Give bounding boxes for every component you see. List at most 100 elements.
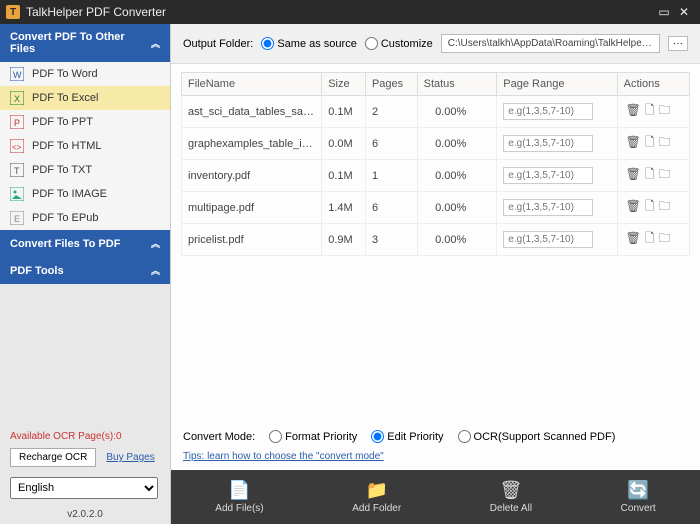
cell-filename: inventory.pdf: [182, 160, 322, 192]
page-range-input[interactable]: [503, 231, 593, 248]
sidebar-item-txt[interactable]: TPDF To TXT: [0, 158, 170, 182]
window-title: TalkHelper PDF Converter: [26, 5, 654, 19]
close-icon[interactable]: ✕: [674, 5, 694, 19]
col-status[interactable]: Status: [417, 73, 497, 96]
col-pagerange[interactable]: Page Range: [497, 73, 617, 96]
radio-customize[interactable]: Customize: [365, 37, 433, 50]
add-folder-button[interactable]: 📁Add Folder: [352, 480, 401, 514]
sidebar-item-label: PDF To PPT: [32, 116, 93, 128]
row-delete-icon[interactable]: 🗑: [626, 167, 641, 181]
chevron-up-icon: ︽: [151, 237, 160, 250]
row-file-icon[interactable]: 🗋: [645, 231, 655, 245]
language-select[interactable]: English: [10, 477, 158, 499]
add-files-button[interactable]: 📄Add File(s): [215, 480, 263, 514]
bottom-toolbar: 📄Add File(s) 📁Add Folder 🗑Delete All 🔄Co…: [171, 470, 700, 524]
radio-ocr[interactable]: OCR(Support Scanned PDF): [458, 430, 616, 443]
chevron-up-icon: ︽: [151, 264, 160, 277]
cell-filename: multipage.pdf: [182, 192, 322, 224]
svg-text:W: W: [13, 70, 22, 80]
row-file-icon[interactable]: 🗋: [645, 103, 655, 117]
browse-button[interactable]: ···: [668, 36, 688, 51]
row-delete-icon[interactable]: 🗑: [626, 135, 641, 149]
cell-pagerange: [497, 160, 617, 192]
sidebar-item-label: PDF To EPub: [32, 212, 98, 224]
tips-link[interactable]: Tips: learn how to choose the "convert m…: [183, 451, 384, 462]
row-folder-icon[interactable]: 🗀: [659, 167, 671, 181]
row-delete-icon[interactable]: 🗑: [626, 231, 641, 245]
minimize-icon[interactable]: ▭: [654, 5, 674, 19]
row-folder-icon[interactable]: 🗀: [659, 199, 671, 213]
ocr-available-label: Available OCR Page(s):0: [0, 429, 170, 444]
cell-pagerange: [497, 128, 617, 160]
row-file-icon[interactable]: 🗋: [645, 167, 655, 181]
row-delete-icon[interactable]: 🗑: [626, 199, 641, 213]
sidebar-item-epub[interactable]: E PDF To EPub: [0, 206, 170, 230]
page-range-input[interactable]: [503, 199, 593, 216]
page-range-input[interactable]: [503, 103, 593, 120]
chevron-up-icon: ︽: [151, 37, 160, 50]
sidebar-item-word[interactable]: WPDF To Word: [0, 62, 170, 86]
panel-pdf-tools[interactable]: PDF Tools ︽: [0, 257, 170, 284]
convert-mode-label: Convert Mode:: [183, 431, 255, 443]
col-filename[interactable]: FileName: [182, 73, 322, 96]
output-folder-label: Output Folder:: [183, 38, 253, 50]
cell-status: 0.00%: [417, 224, 497, 256]
image-icon: [10, 187, 24, 201]
convert-button[interactable]: 🔄Convert: [621, 480, 656, 514]
cell-status: 0.00%: [417, 96, 497, 128]
epub-icon: E: [10, 211, 24, 225]
panel-label: Convert PDF To Other Files: [10, 31, 151, 55]
cell-pagerange: [497, 96, 617, 128]
add-file-icon: 📄: [228, 480, 250, 501]
table-row[interactable]: inventory.pdf0.1M10.00%🗑🗋🗀: [182, 160, 690, 192]
row-delete-icon[interactable]: 🗑: [626, 103, 641, 117]
cell-size: 0.0M: [322, 128, 366, 160]
row-folder-icon[interactable]: 🗀: [659, 231, 671, 245]
panel-convert-to-other[interactable]: Convert PDF To Other Files ︽: [0, 24, 170, 62]
row-file-icon[interactable]: 🗋: [645, 199, 655, 213]
col-pages[interactable]: Pages: [365, 73, 417, 96]
cell-size: 0.1M: [322, 96, 366, 128]
table-row[interactable]: graphexamples_table_image...0.0M60.00%🗑🗋…: [182, 128, 690, 160]
convert-icon: 🔄: [627, 480, 649, 501]
table-row[interactable]: ast_sci_data_tables_sample...0.1M20.00% 🗑…: [182, 96, 690, 128]
sidebar-item-excel[interactable]: XPDF To Excel: [0, 86, 170, 110]
sidebar-item-label: PDF To HTML: [32, 140, 101, 152]
trash-icon: 🗑: [499, 480, 522, 501]
recharge-ocr-button[interactable]: Recharge OCR: [10, 448, 96, 467]
cell-pages: 6: [365, 192, 417, 224]
cell-actions: 🗑 🗋 🗀: [617, 96, 689, 128]
col-actions[interactable]: Actions: [617, 73, 689, 96]
row-folder-icon[interactable]: 🗀: [659, 135, 671, 149]
buy-pages-link[interactable]: Buy Pages: [106, 452, 154, 463]
delete-all-button[interactable]: 🗑Delete All: [490, 480, 532, 514]
sidebar-item-label: PDF To IMAGE: [32, 188, 107, 200]
table-row[interactable]: multipage.pdf1.4M60.00%🗑🗋🗀: [182, 192, 690, 224]
sidebar-item-label: PDF To Excel: [32, 92, 98, 104]
ppt-icon: P: [10, 115, 24, 129]
page-range-input[interactable]: [503, 135, 593, 152]
cell-pages: 2: [365, 96, 417, 128]
row-file-icon[interactable]: 🗋: [645, 135, 655, 149]
cell-filename: ast_sci_data_tables_sample...: [182, 96, 322, 128]
cell-actions: 🗑 🗋 🗀: [617, 160, 689, 192]
sidebar-item-html[interactable]: <>PDF To HTML: [0, 134, 170, 158]
table-row[interactable]: pricelist.pdf0.9M30.00%🗑🗋🗀: [182, 224, 690, 256]
cell-size: 1.4M: [322, 192, 366, 224]
radio-same-as-source[interactable]: Same as source: [261, 37, 356, 50]
output-folder-row: Output Folder: Same as source Customize …: [171, 24, 700, 64]
output-path-field[interactable]: C:\Users\talkh\AppData\Roaming\TalkHelpe…: [441, 34, 660, 53]
sidebar-item-image[interactable]: PDF To IMAGE: [0, 182, 170, 206]
radio-format-priority[interactable]: Format Priority: [269, 430, 357, 443]
cell-filename: pricelist.pdf: [182, 224, 322, 256]
col-size[interactable]: Size: [322, 73, 366, 96]
panel-convert-to-pdf[interactable]: Convert Files To PDF ︽: [0, 230, 170, 257]
cell-status: 0.00%: [417, 160, 497, 192]
page-range-input[interactable]: [503, 167, 593, 184]
svg-text:P: P: [14, 118, 20, 128]
sidebar-item-ppt[interactable]: P PDF To PPT: [0, 110, 170, 134]
radio-edit-priority[interactable]: Edit Priority: [371, 430, 443, 443]
svg-text:E: E: [14, 214, 20, 224]
row-folder-icon[interactable]: 🗀: [659, 103, 671, 117]
cell-status: 0.00%: [417, 128, 497, 160]
